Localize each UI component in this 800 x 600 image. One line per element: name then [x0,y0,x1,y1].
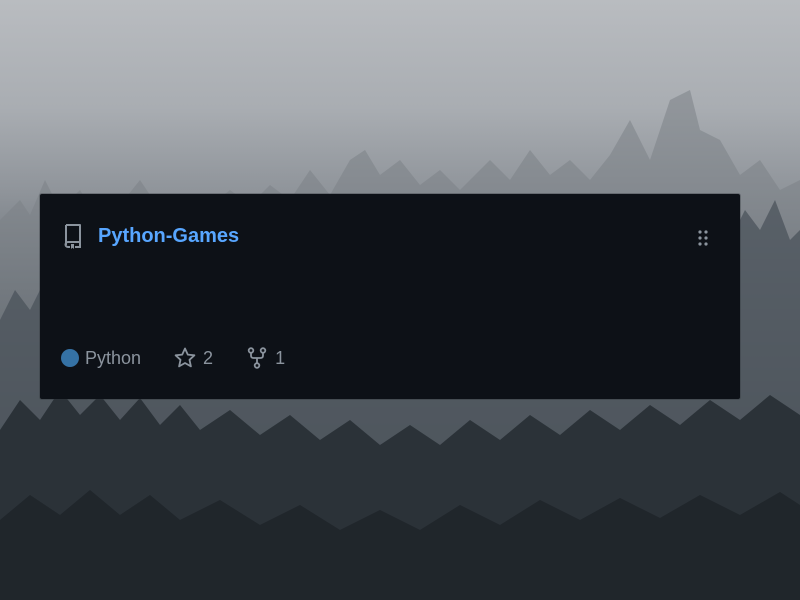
repo-language: Python [61,348,141,369]
repo-name-link[interactable]: Python-Games [98,225,239,248]
grabber-icon[interactable] [696,229,710,247]
repo-book-icon [62,222,84,250]
star-icon [173,346,197,370]
stars-count: 2 [203,347,214,368]
language-label: Python [85,347,142,368]
repo-meta: Python 2 1 [61,346,285,370]
language-color-dot [61,349,79,367]
stars-link[interactable]: 2 [173,346,213,370]
forks-count: 1 [275,347,286,368]
forks-link[interactable]: 1 [245,346,285,370]
repo-header: Python-Games [62,222,239,250]
repo-card: Python-Games Python 2 1 [40,194,740,399]
fork-icon [245,346,269,370]
